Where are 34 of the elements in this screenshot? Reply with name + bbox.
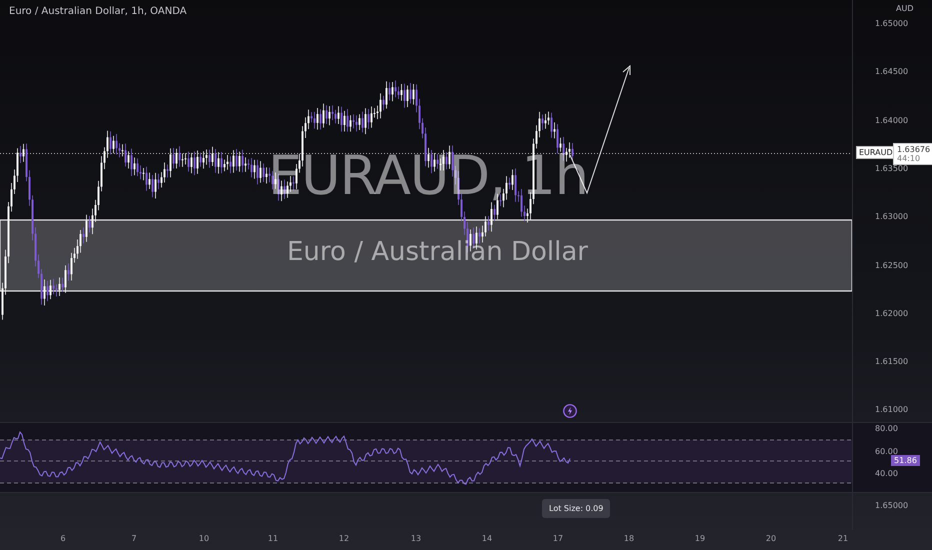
rsi-value-tag: 51.86 <box>891 455 920 466</box>
current-price: 1.63676 <box>897 145 930 154</box>
lightning-icon[interactable] <box>563 404 577 418</box>
time-label: 11 <box>266 534 280 543</box>
price-tick: 1.62000 <box>875 308 908 318</box>
symbol-tag: EURAUD <box>856 146 896 159</box>
price-tick: 1.63000 <box>875 212 908 222</box>
price-tick: 1.61000 <box>875 405 908 414</box>
time-label: 20 <box>764 534 778 543</box>
time-label: 12 <box>338 534 350 543</box>
rsi-tick: 80.00 <box>875 424 898 433</box>
lot-size-tooltip: Lot Size: 0.09 <box>542 499 610 518</box>
time-label: 19 <box>694 534 706 543</box>
countdown-timer: 44:10 <box>897 154 922 163</box>
time-label: 13 <box>410 534 422 543</box>
rsi-tick: 40.00 <box>875 469 898 478</box>
price-tick: 1.64500 <box>875 67 908 76</box>
time-label: 18 <box>622 534 636 543</box>
price-tick: 1.65000 <box>875 19 908 28</box>
watermark-name: Euro / Australian Dollar <box>287 237 588 267</box>
price-tick: 1.64000 <box>875 116 908 125</box>
time-label: 10 <box>198 534 210 543</box>
chart-title: Euro / Australian Dollar, 1h, OANDA <box>9 6 187 17</box>
price-tick: 1.65000 <box>875 501 908 510</box>
time-label: 7 <box>130 534 138 543</box>
price-tick: 1.62500 <box>875 260 908 270</box>
currency-label: AUD <box>896 4 914 13</box>
time-label: 21 <box>836 534 850 543</box>
time-label: 17 <box>552 534 564 543</box>
price-tick: 1.61500 <box>875 357 908 366</box>
time-label: 14 <box>480 534 494 543</box>
price-tick: 1.63500 <box>875 164 908 173</box>
time-label: 6 <box>59 534 67 543</box>
rsi-tick: 60.00 <box>875 447 898 456</box>
